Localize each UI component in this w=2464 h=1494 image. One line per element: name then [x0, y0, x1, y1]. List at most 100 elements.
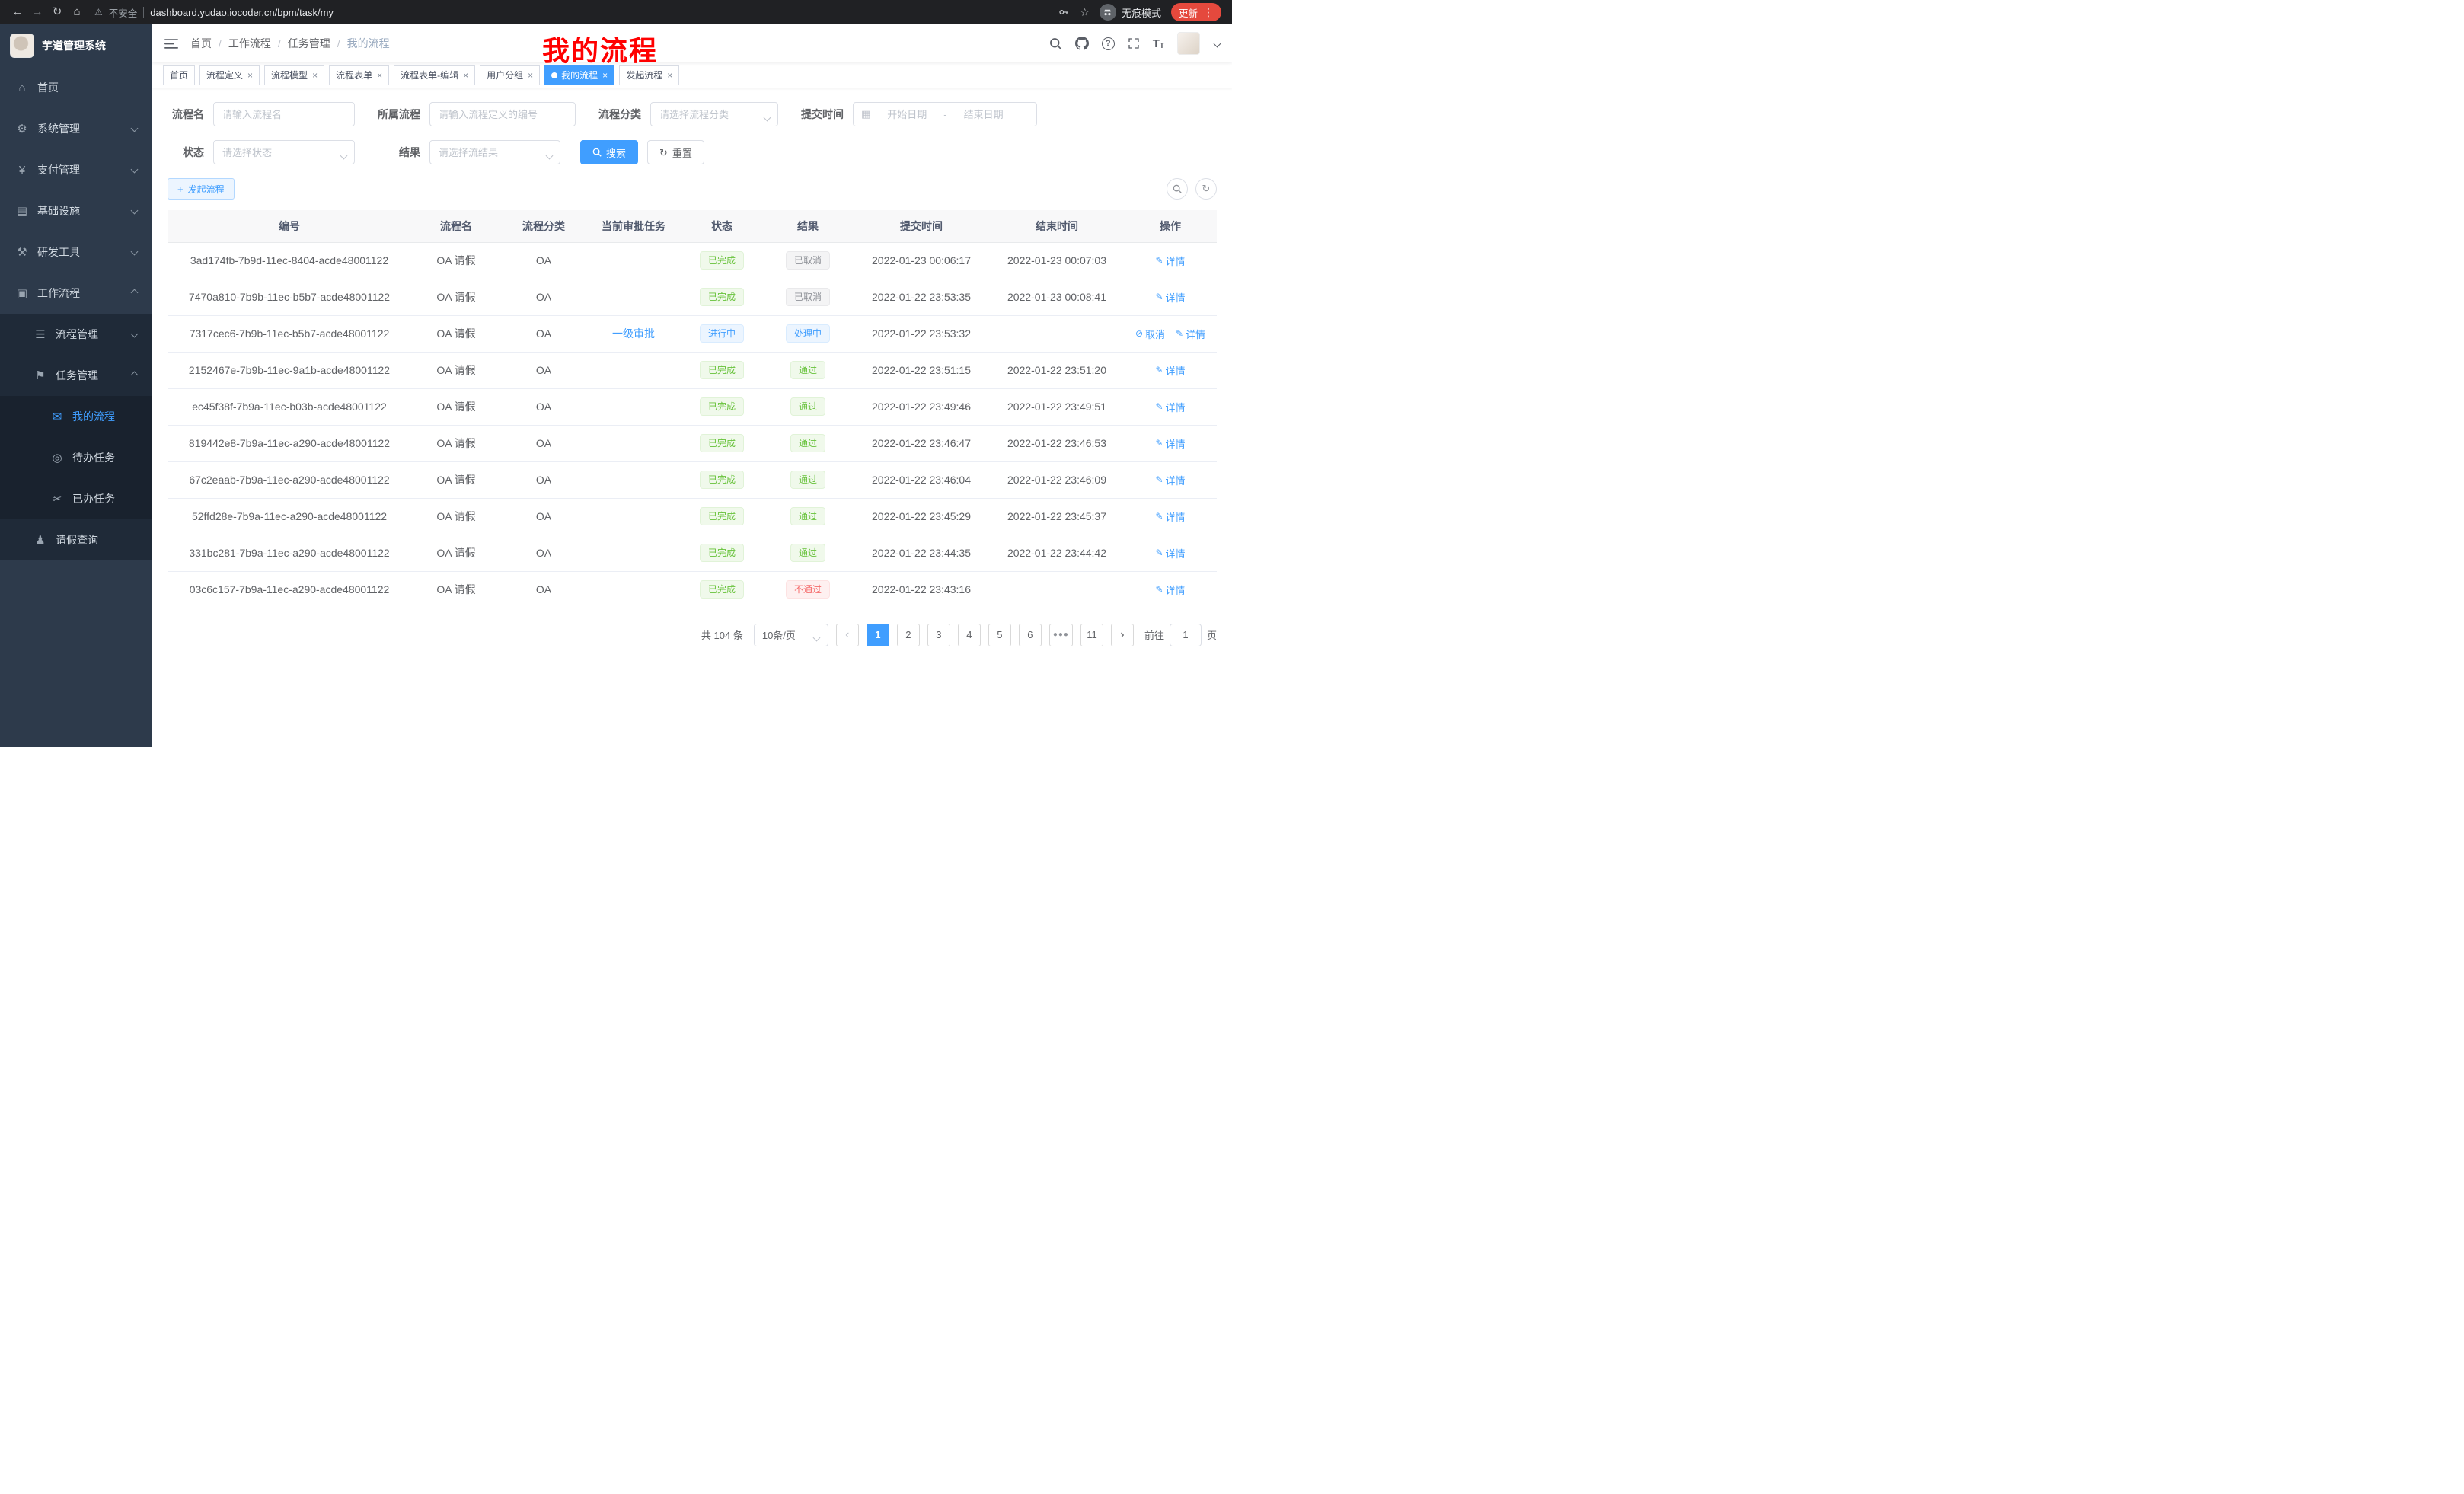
- hamburger-icon[interactable]: [164, 38, 178, 49]
- end-date-input[interactable]: [953, 109, 1014, 120]
- tab-process-form[interactable]: 流程表单 ×: [329, 65, 389, 85]
- fullscreen-icon[interactable]: [1128, 37, 1140, 49]
- date-range-picker[interactable]: ▦ -: [853, 102, 1037, 126]
- sidebar-item-home[interactable]: ⌂ 首页: [0, 67, 152, 108]
- owner-process-input[interactable]: [429, 102, 576, 126]
- detail-link[interactable]: ✎详情: [1155, 436, 1185, 451]
- github-icon[interactable]: [1075, 37, 1089, 50]
- breadcrumb-separator: /: [278, 37, 281, 49]
- category-select[interactable]: [650, 102, 778, 126]
- search-button[interactable]: 搜索: [580, 140, 638, 164]
- detail-link[interactable]: ✎详情: [1155, 400, 1185, 414]
- detail-link[interactable]: ✎详情: [1155, 583, 1185, 597]
- tab-my-process[interactable]: 我的流程 ×: [544, 65, 614, 85]
- help-icon[interactable]: ?: [1102, 37, 1115, 50]
- tab-start-process[interactable]: 发起流程 ×: [619, 65, 679, 85]
- next-page-button[interactable]: ›: [1111, 624, 1134, 646]
- key-icon[interactable]: [1058, 6, 1070, 18]
- table-row: 331bc281-7b9a-11ec-a290-acde48001122 OA …: [168, 535, 1217, 571]
- tab-process-model[interactable]: 流程模型 ×: [264, 65, 324, 85]
- forward-icon[interactable]: →: [27, 0, 47, 24]
- breadcrumb-workflow[interactable]: 工作流程: [228, 36, 271, 51]
- page-button-2[interactable]: 2: [897, 624, 920, 646]
- sidebar-item-label: 首页: [37, 80, 59, 95]
- font-size-icon[interactable]: TT: [1153, 37, 1164, 50]
- detail-link[interactable]: ✎详情: [1155, 363, 1185, 378]
- navbar-tools: ? TT: [1049, 32, 1220, 55]
- close-icon[interactable]: ×: [602, 70, 608, 81]
- page-button-3[interactable]: 3: [927, 624, 950, 646]
- sidebar-item-workflow[interactable]: ▣ 工作流程: [0, 273, 152, 314]
- tab-home[interactable]: 首页: [163, 65, 195, 85]
- reload-icon[interactable]: ↻: [47, 0, 67, 24]
- sidebar-item-infrastructure[interactable]: ▤ 基础设施: [0, 190, 152, 231]
- page-button-4[interactable]: 4: [958, 624, 981, 646]
- sidebar-item-leave-query[interactable]: ♟ 请假查询: [0, 519, 152, 560]
- app-logo[interactable]: 芋道管理系统: [0, 24, 152, 67]
- detail-link[interactable]: ✎详情: [1155, 546, 1185, 560]
- refresh-button[interactable]: ↻: [1195, 178, 1217, 200]
- sidebar-item-my-process[interactable]: ✉ 我的流程: [0, 396, 152, 437]
- show-search-button[interactable]: [1167, 178, 1188, 200]
- close-icon[interactable]: ×: [463, 70, 468, 81]
- sidebar-item-done-tasks[interactable]: ✂ 已办任务: [0, 478, 152, 519]
- edit-icon: ✎: [1155, 547, 1163, 558]
- breadcrumb-home[interactable]: 首页: [190, 36, 212, 51]
- update-button[interactable]: 更新 ⋮: [1171, 3, 1221, 21]
- process-name-input[interactable]: [213, 102, 355, 126]
- page-button-11[interactable]: 11: [1080, 624, 1103, 646]
- server-icon: ▤: [15, 204, 29, 218]
- process-name-label: 流程名: [168, 107, 204, 122]
- bookmark-star-icon[interactable]: ☆: [1080, 6, 1090, 19]
- page-button-6[interactable]: 6: [1019, 624, 1042, 646]
- sidebar-item-devtools[interactable]: ⚒ 研发工具: [0, 231, 152, 273]
- goto-page-input[interactable]: [1170, 624, 1202, 646]
- detail-link[interactable]: ✎详情: [1155, 509, 1185, 524]
- sidebar-item-process-mgmt[interactable]: ☰ 流程管理: [0, 314, 152, 355]
- detail-link[interactable]: ✎详情: [1176, 327, 1205, 341]
- more-pages-button[interactable]: ●●●: [1049, 624, 1073, 646]
- close-icon[interactable]: ×: [377, 70, 382, 81]
- close-icon[interactable]: ×: [528, 70, 533, 81]
- list-icon: ☰: [34, 327, 47, 341]
- sidebar-item-label: 工作流程: [37, 286, 80, 301]
- start-process-button[interactable]: + 发起流程: [168, 178, 235, 200]
- avatar[interactable]: [1177, 32, 1200, 55]
- detail-link[interactable]: ✎详情: [1155, 290, 1185, 305]
- avatar-caret-icon[interactable]: [1214, 41, 1220, 46]
- address-bar[interactable]: ⚠ 不安全 dashboard.yudao.iocoder.cn/bpm/tas…: [94, 5, 1058, 20]
- sidebar-item-task-mgmt[interactable]: ⚑ 任务管理: [0, 355, 152, 396]
- current-task-link[interactable]: 一级审批: [612, 327, 655, 340]
- tab-user-group[interactable]: 用户分组 ×: [480, 65, 540, 85]
- breadcrumb-task-mgmt[interactable]: 任务管理: [288, 36, 330, 51]
- cancel-link[interactable]: ⊘取消: [1135, 327, 1165, 341]
- start-date-input[interactable]: [876, 109, 937, 120]
- tab-process-form-edit[interactable]: 流程表单-编辑 ×: [394, 65, 475, 85]
- close-icon[interactable]: ×: [312, 70, 318, 81]
- search-icon[interactable]: [1049, 37, 1062, 50]
- edit-icon: ✎: [1155, 365, 1163, 375]
- chevron-down-icon: [814, 631, 819, 643]
- tab-process-definition[interactable]: 流程定义 ×: [199, 65, 260, 85]
- close-icon[interactable]: ×: [667, 70, 672, 81]
- detail-link[interactable]: ✎详情: [1155, 473, 1185, 487]
- reset-button[interactable]: ↻ 重置: [647, 140, 704, 164]
- result-select[interactable]: [429, 140, 560, 164]
- status-select[interactable]: [213, 140, 355, 164]
- page-size-select[interactable]: 10条/页: [754, 624, 828, 646]
- menu-dots-icon[interactable]: ⋮: [1203, 7, 1214, 18]
- browser-chrome: ← → ↻ ⌂ ⚠ 不安全 dashboard.yudao.iocoder.cn…: [0, 0, 1232, 24]
- back-icon[interactable]: ←: [8, 0, 27, 24]
- close-icon[interactable]: ×: [247, 70, 253, 81]
- sidebar-item-todo-tasks[interactable]: ◎ 待办任务: [0, 437, 152, 478]
- prev-page-button[interactable]: ‹: [836, 624, 859, 646]
- filter-owner-process: 所属流程: [375, 102, 576, 126]
- detail-link[interactable]: ✎详情: [1155, 254, 1185, 268]
- home-icon[interactable]: ⌂: [67, 0, 87, 24]
- sidebar-item-payment[interactable]: ¥ 支付管理: [0, 149, 152, 190]
- col-submit-time: 提交时间: [853, 210, 990, 242]
- page-button-5[interactable]: 5: [988, 624, 1011, 646]
- sidebar-item-system[interactable]: ⚙ 系统管理: [0, 108, 152, 149]
- table-row: ec45f38f-7b9a-11ec-b03b-acde48001122 OA …: [168, 388, 1217, 425]
- page-button-1[interactable]: 1: [867, 624, 889, 646]
